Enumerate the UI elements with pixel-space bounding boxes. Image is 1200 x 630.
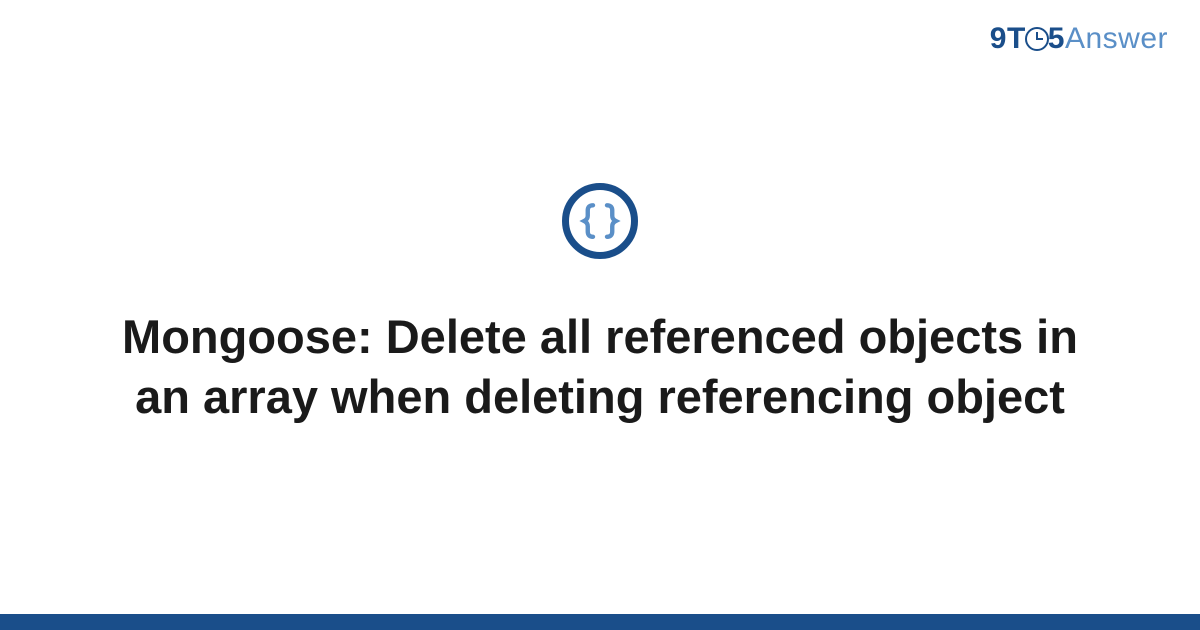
code-braces-icon [562,183,638,259]
main-content: Mongoose: Delete all referenced objects … [0,0,1200,630]
topic-icon-wrapper [562,183,638,259]
braces-svg [579,200,621,242]
bottom-accent-bar [0,614,1200,630]
question-title: Mongoose: Delete all referenced objects … [110,307,1090,427]
